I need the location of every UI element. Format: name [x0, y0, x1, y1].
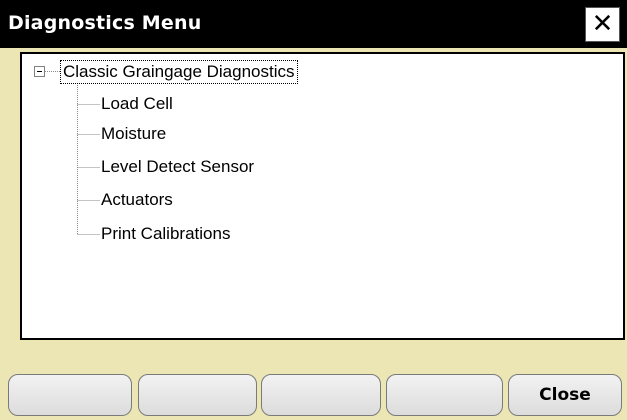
tree-root-item[interactable]: Classic Graingage Diagnostics: [60, 60, 298, 84]
tree-item-print-calibrations[interactable]: Print Calibrations: [101, 223, 230, 245]
tree-item-moisture[interactable]: Moisture: [101, 123, 166, 145]
collapse-toggle-icon[interactable]: [34, 66, 45, 77]
soft-button-2[interactable]: [138, 374, 257, 416]
diagnostics-tree: Classic Graingage Diagnostics Load Cell …: [20, 52, 625, 340]
tree-item-load-cell[interactable]: Load Cell: [101, 93, 173, 115]
close-window-button[interactable]: ✕: [585, 7, 620, 42]
window-title: Diagnostics Menu: [8, 12, 202, 34]
soft-button-4[interactable]: [386, 374, 503, 416]
tree-item-level-detect-sensor[interactable]: Level Detect Sensor: [101, 156, 254, 178]
title-bar: Diagnostics Menu ✕: [0, 0, 627, 48]
soft-button-3[interactable]: [261, 374, 381, 416]
soft-button-1[interactable]: [8, 374, 132, 416]
tree-item-actuators[interactable]: Actuators: [101, 189, 173, 211]
close-button[interactable]: Close: [508, 374, 622, 416]
